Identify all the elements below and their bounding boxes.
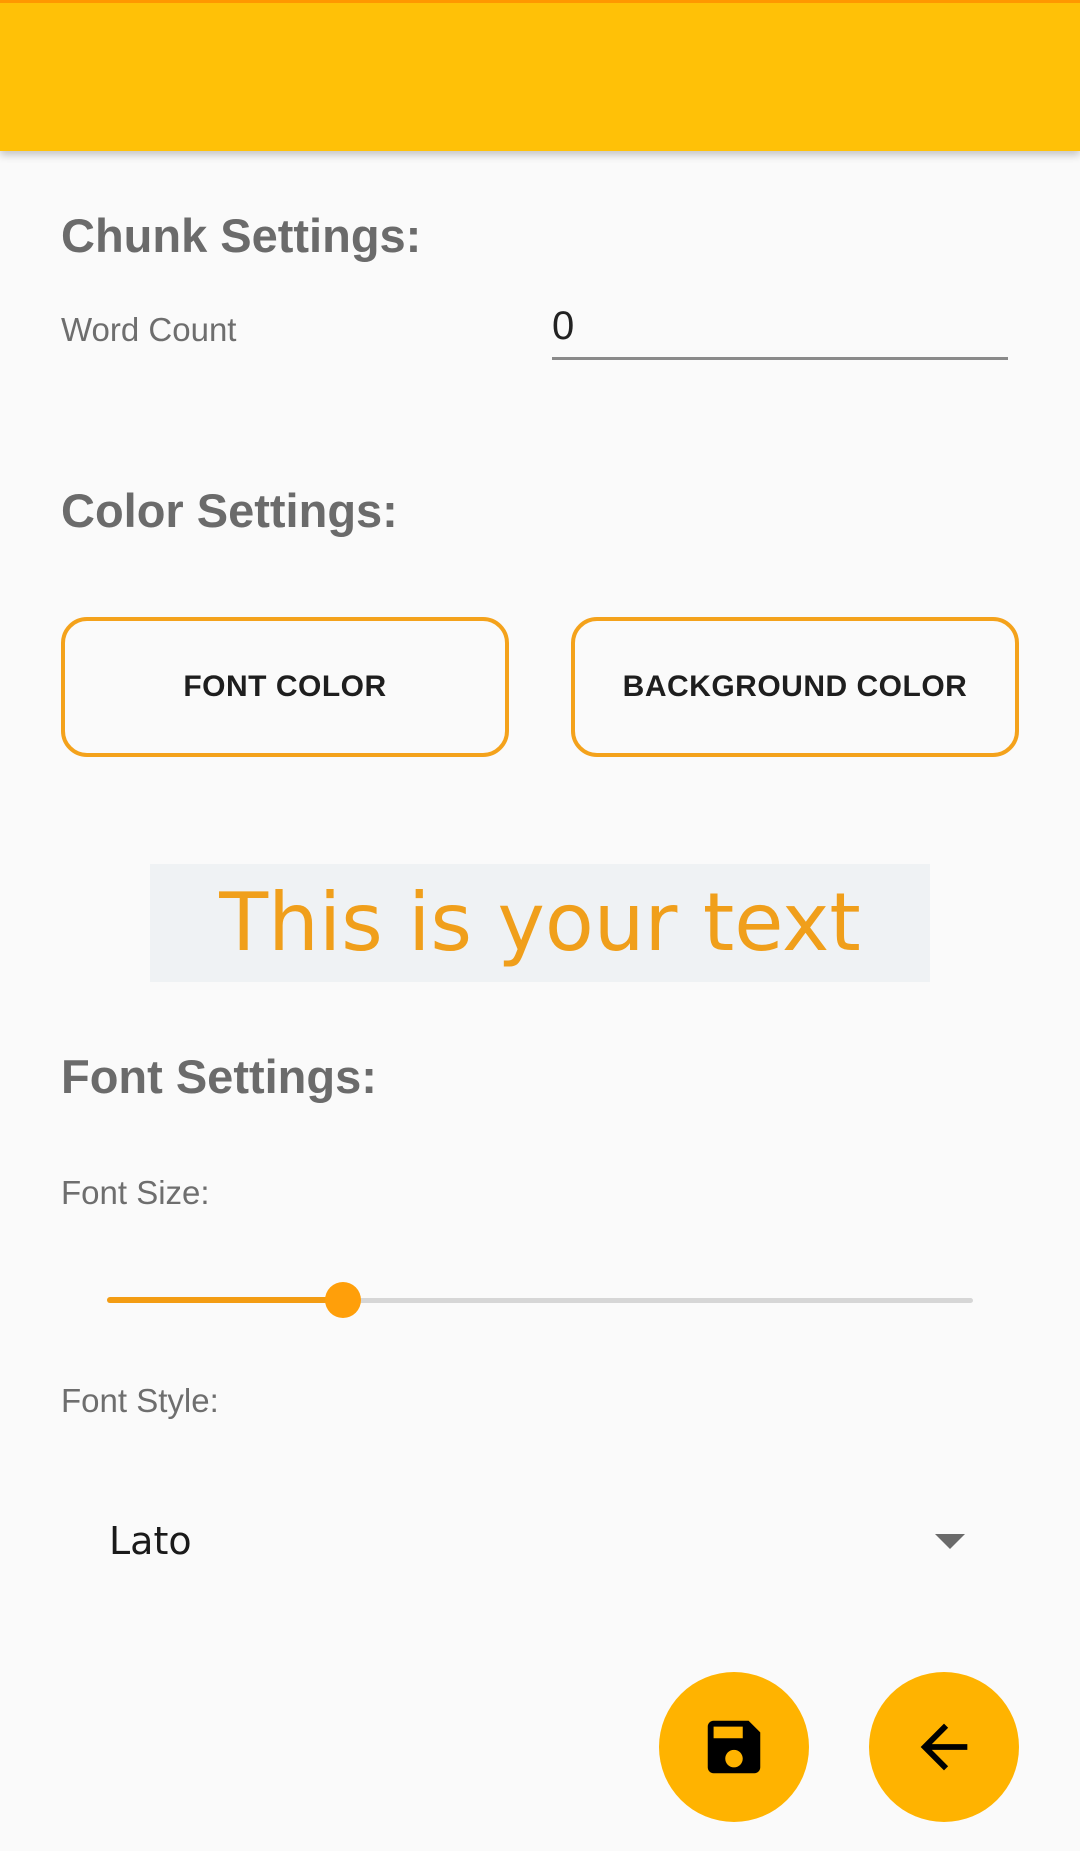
font-size-label: Font Size: [61, 1174, 210, 1211]
dropdown-arrow-icon [935, 1534, 965, 1549]
color-settings-title: Color Settings: [61, 484, 398, 537]
font-size-slider[interactable] [107, 1280, 973, 1320]
text-preview: This is your text [150, 864, 930, 982]
app-bar [0, 0, 1080, 151]
slider-fill [107, 1297, 344, 1303]
word-count-input[interactable] [552, 296, 1008, 360]
background-color-button[interactable]: BACKGROUND COLOR [571, 617, 1019, 757]
save-button[interactable] [659, 1672, 809, 1822]
slider-thumb[interactable] [325, 1282, 362, 1318]
word-count-label: Word Count [61, 311, 237, 348]
back-button[interactable] [869, 1672, 1019, 1822]
font-style-value: Lato [109, 1519, 192, 1563]
font-color-button[interactable]: FONT COLOR [61, 617, 509, 757]
preview-text: This is your text [219, 876, 861, 969]
font-settings-title: Font Settings: [61, 1050, 377, 1103]
font-style-label: Font Style: [61, 1382, 219, 1419]
font-style-dropdown[interactable]: Lato [61, 1496, 981, 1586]
save-icon [707, 1720, 761, 1774]
chunk-settings-title: Chunk Settings: [61, 209, 422, 262]
arrow-back-icon [920, 1723, 968, 1771]
